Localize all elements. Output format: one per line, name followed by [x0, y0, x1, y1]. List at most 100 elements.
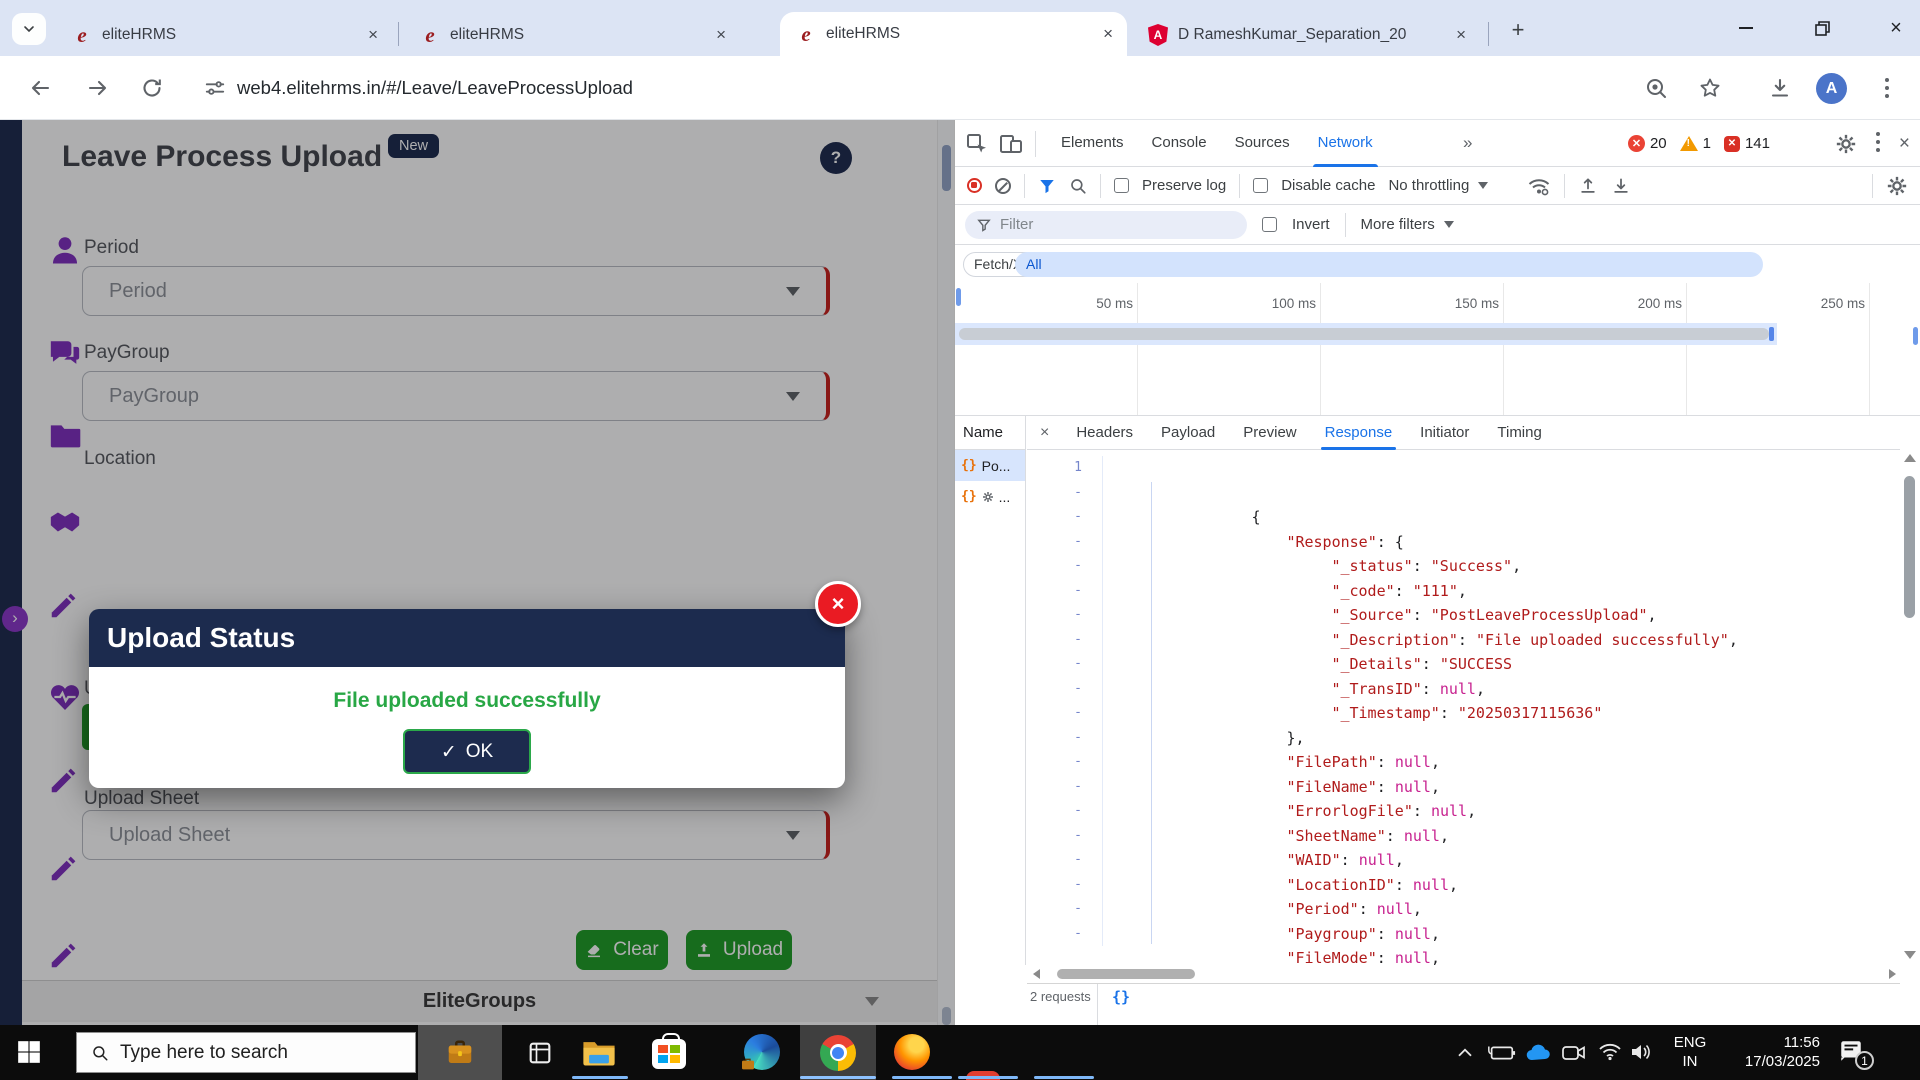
network-settings-gear-icon[interactable]: [1886, 175, 1908, 197]
detail-tab[interactable]: Response: [1311, 416, 1407, 449]
start-button[interactable]: [16, 1039, 42, 1065]
show-hidden-icons-chevron[interactable]: [1456, 1045, 1474, 1059]
notification-center-button[interactable]: 1: [1838, 1038, 1864, 1064]
detail-tab[interactable]: Payload: [1147, 416, 1229, 449]
devtools-tab[interactable]: Network: [1304, 120, 1387, 167]
name-column-header[interactable]: Name: [955, 416, 1025, 450]
window-minimize-button[interactable]: [1722, 8, 1770, 48]
tab-close-icon[interactable]: ×: [712, 25, 730, 45]
detail-tab[interactable]: Timing: [1483, 416, 1555, 449]
detail-tab[interactable]: Preview: [1229, 416, 1310, 449]
more-tabs-icon[interactable]: »: [1455, 120, 1478, 166]
issues-count: 141: [1745, 135, 1770, 152]
more-filters-dropdown[interactable]: More filters: [1361, 216, 1454, 233]
filter-input-pill[interactable]: [965, 211, 1247, 239]
request-row[interactable]: {} ...: [955, 481, 1025, 512]
microsoft-store-icon[interactable]: [652, 1039, 686, 1069]
speaker-icon[interactable]: [1630, 1042, 1654, 1062]
taskbar-search-box[interactable]: [76, 1032, 416, 1073]
close-details-icon[interactable]: ×: [1027, 424, 1062, 442]
devtools-tab[interactable]: Console: [1138, 120, 1221, 167]
chrome-icon: [820, 1035, 856, 1071]
record-network-log-icon[interactable]: [967, 178, 982, 193]
edge-icon[interactable]: [744, 1034, 780, 1070]
preserve-log-checkbox[interactable]: [1114, 178, 1129, 193]
throttling-dropdown[interactable]: No throttling: [1388, 177, 1488, 194]
battery-icon[interactable]: [1486, 1044, 1516, 1062]
scroll-up-arrow[interactable]: [1904, 454, 1916, 462]
firefox-icon[interactable]: [894, 1034, 930, 1070]
language-indicator[interactable]: ENG IN: [1668, 1033, 1712, 1071]
scroll-down-arrow[interactable]: [1904, 951, 1916, 959]
clock[interactable]: 11:56 17/03/2025: [1718, 1033, 1820, 1071]
new-tab-button[interactable]: +: [1502, 15, 1534, 47]
device-toolbar-icon[interactable]: [999, 132, 1023, 156]
scrollbar-thumb[interactable]: [1904, 476, 1915, 618]
issues-count-badge[interactable]: ✕ 141: [1724, 135, 1770, 152]
chrome-icon-active[interactable]: [800, 1025, 876, 1080]
timeline-scroll-nub[interactable]: [1913, 327, 1918, 345]
bookmark-star-icon[interactable]: [1698, 76, 1722, 100]
detail-tab[interactable]: Headers: [1062, 416, 1147, 449]
modal-close-button[interactable]: ×: [815, 581, 861, 627]
browser-tab-elitehrms-1[interactable]: e eliteHRMS ×: [56, 14, 392, 56]
window-restore-button[interactable]: [1798, 8, 1846, 48]
tab-close-icon[interactable]: ×: [364, 25, 382, 45]
network-conditions-icon[interactable]: [1527, 174, 1551, 198]
pretty-print-icon[interactable]: {}: [1098, 984, 1130, 1025]
timeline-scroll-nub[interactable]: [956, 288, 961, 306]
filter-input[interactable]: [1000, 216, 1200, 233]
forward-button[interactable]: [86, 76, 110, 100]
window-close-button[interactable]: ×: [1872, 8, 1920, 48]
taskbar-search-input[interactable]: [120, 1042, 370, 1064]
network-overview-timeline[interactable]: 50 ms100 ms150 ms200 ms250 ms: [955, 283, 1920, 416]
ok-button[interactable]: ✓ OK: [403, 729, 531, 774]
request-row-selected[interactable]: {} Po...: [955, 450, 1025, 481]
briefcase-badge-icon: [740, 1056, 756, 1072]
reload-button[interactable]: [140, 76, 164, 100]
tab-close-icon[interactable]: ×: [1452, 25, 1470, 45]
file-explorer-icon[interactable]: [582, 1037, 616, 1067]
briefcase-app-button[interactable]: [418, 1025, 502, 1080]
horizontal-scrollbar[interactable]: [1027, 965, 1900, 983]
devtools-menu-kebab-icon[interactable]: [1875, 132, 1881, 156]
onedrive-icon[interactable]: [1524, 1043, 1552, 1062]
browser-tab-elitehrms-2[interactable]: e eliteHRMS ×: [404, 14, 740, 56]
browser-menu-kebab-icon[interactable]: [1884, 78, 1890, 102]
inspect-element-icon[interactable]: [965, 132, 989, 156]
devtools-close-icon[interactable]: ×: [1899, 133, 1910, 155]
meet-now-camera-icon[interactable]: [1562, 1044, 1586, 1061]
export-har-icon[interactable]: [1611, 176, 1631, 196]
tab-search-button[interactable]: [12, 13, 46, 45]
import-har-icon[interactable]: [1578, 176, 1598, 196]
download-icon[interactable]: [1768, 76, 1792, 100]
devtools-tab[interactable]: Elements: [1047, 120, 1138, 167]
clear-network-log-icon[interactable]: [995, 178, 1011, 194]
filter-chip[interactable]: All: [1015, 252, 1763, 277]
address-bar[interactable]: web4.elitehrms.in/#/Leave/LeaveProcessUp…: [237, 56, 633, 120]
tab-close-icon[interactable]: ×: [1099, 24, 1117, 44]
search-icon[interactable]: [1069, 177, 1087, 195]
browser-profile-avatar[interactable]: A: [1816, 73, 1847, 104]
scrollbar-thumb[interactable]: [1057, 969, 1195, 979]
browser-tab-elitehrms-active[interactable]: e eliteHRMS ×: [780, 12, 1127, 56]
task-view-icon[interactable]: [526, 1039, 554, 1067]
error-count-badge[interactable]: ✕ 20: [1628, 135, 1667, 152]
lens-icon[interactable]: [1644, 76, 1668, 100]
wifi-icon[interactable]: [1598, 1043, 1622, 1061]
response-json-viewer[interactable]: 1 { - "Response": { -: [1027, 450, 1900, 965]
disable-cache-checkbox[interactable]: [1253, 178, 1268, 193]
devtools-tab[interactable]: Sources: [1221, 120, 1304, 167]
site-info-icon[interactable]: [204, 76, 226, 100]
settings-gear-icon[interactable]: [1835, 133, 1857, 155]
warning-count-badge[interactable]: 1: [1680, 135, 1711, 152]
browser-tab-document[interactable]: A D RameshKumar_Separation_20 ×: [1132, 14, 1480, 56]
scroll-right-arrow[interactable]: [1889, 969, 1896, 979]
scroll-left-arrow[interactable]: [1033, 969, 1040, 979]
filter-funnel-icon[interactable]: [1038, 177, 1056, 195]
detail-tab[interactable]: Initiator: [1406, 416, 1483, 449]
vertical-scrollbar[interactable]: [1900, 450, 1920, 965]
back-button[interactable]: [28, 76, 52, 100]
line-content: "_code": "111",: [1103, 530, 1467, 555]
invert-checkbox[interactable]: [1262, 217, 1277, 232]
